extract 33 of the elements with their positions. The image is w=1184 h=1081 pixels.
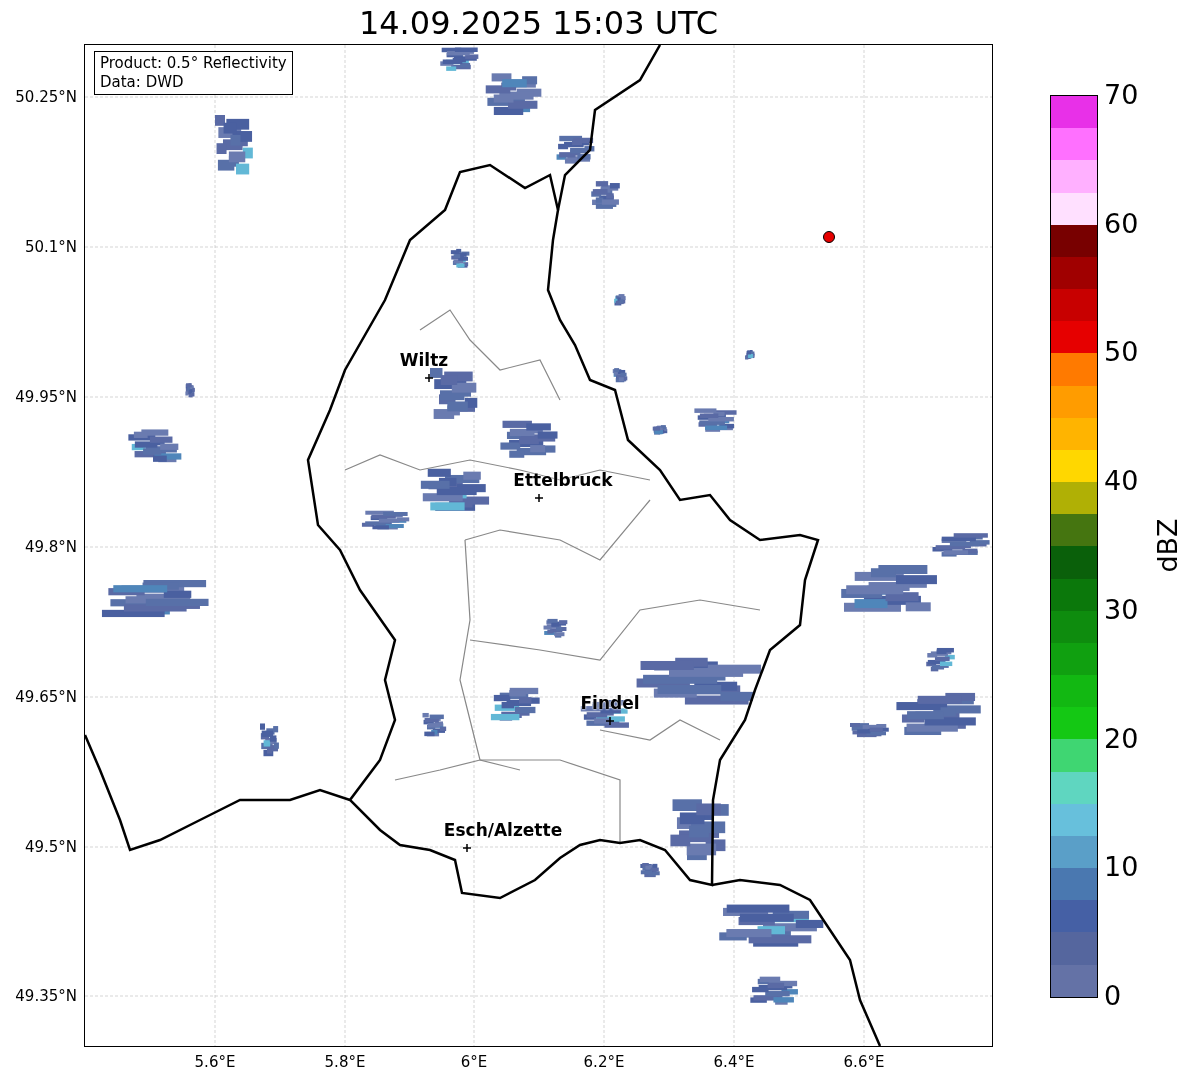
place-label: Wiltz <box>399 352 449 368</box>
info-text: Product: 0.5° Reflectivity <box>100 54 287 73</box>
colorbar-tick-label: 30 <box>1104 594 1139 625</box>
colorbar-tick-label: 0 <box>1104 981 1122 1011</box>
plus-marker-icon <box>425 374 433 382</box>
latitude-label: 49.8°N <box>24 537 77 557</box>
place-label: Ettelbruck <box>513 472 613 488</box>
colorbar-tick-label: 60 <box>1104 208 1139 239</box>
place-label: Esch/Alzette <box>443 822 563 838</box>
colorbar-tick-label: 50 <box>1104 337 1139 368</box>
longitude-label: 6.2°E <box>582 1052 626 1072</box>
latitude-label: 49.35°N <box>15 986 77 1006</box>
plus-marker-icon <box>535 494 543 502</box>
latitude-label: 49.65°N <box>15 687 77 707</box>
colorbar-label: dBZ <box>1151 518 1183 573</box>
colorbar-tick-label: 70 <box>1104 80 1139 110</box>
marker-dot-icon <box>822 230 836 244</box>
plus-marker-icon <box>606 717 614 725</box>
longitude-label: 5.6°E <box>193 1052 237 1072</box>
longitude-label: 5.8°E <box>323 1052 367 1072</box>
longitude-label: 6.4°E <box>712 1052 756 1072</box>
latitude-label: 50.25°N <box>15 87 77 107</box>
colorbar-tick-label: 20 <box>1104 723 1139 754</box>
latitude-label: 50.1°N <box>24 237 77 257</box>
colorbar-tick-label: 10 <box>1104 852 1139 883</box>
longitude-label: 6°E <box>459 1052 489 1072</box>
chart-title: 14.09.2025 15:03 UTC <box>357 4 720 42</box>
longitude-label: 6.6°E <box>842 1052 886 1072</box>
latitude-label: 49.95°N <box>15 387 77 407</box>
plus-marker-icon <box>463 844 471 852</box>
colorbar-tick-label: 40 <box>1104 466 1139 497</box>
latitude-label: 49.5°N <box>24 837 77 857</box>
info-text: Data: DWD <box>100 73 185 92</box>
